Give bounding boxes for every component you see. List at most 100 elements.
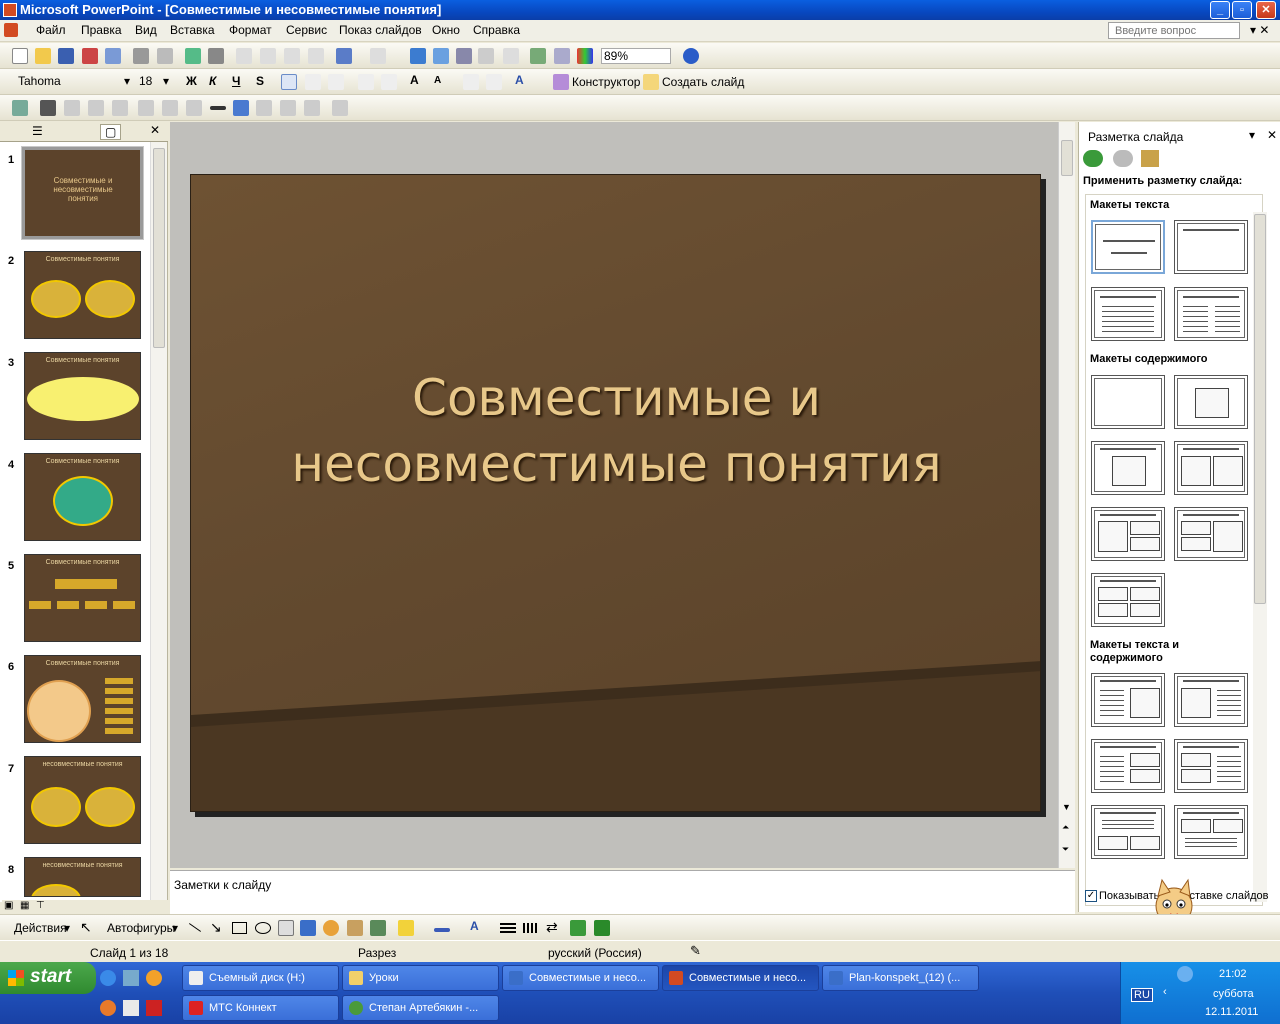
shadow-style-icon[interactable] [570,920,586,936]
previous-slide-icon[interactable]: ⏶ [1062,822,1069,833]
show-formatting-icon[interactable] [530,48,546,64]
menu-insert[interactable]: Вставка [170,23,215,37]
task-plan-konspekt[interactable]: Plan-konspekt_(12) (... [822,965,979,991]
firefox-icon[interactable] [100,1000,116,1016]
wordart-icon[interactable] [300,920,316,936]
slide-scrollbar[interactable]: ▼ ⏶ ⏷ [1058,122,1075,868]
spelling-status-icon[interactable]: ✎ [690,943,701,959]
menu-help[interactable]: Справка [473,23,520,37]
scroll-thumb[interactable] [1254,214,1266,604]
line-style-icon[interactable] [500,923,516,933]
task-browser[interactable]: Степан Артебякин -... [342,995,499,1021]
layout-title-only[interactable] [1174,220,1248,274]
brightness-less-icon[interactable] [112,100,128,116]
print-icon[interactable] [133,48,149,64]
transparent-color-icon[interactable] [304,100,320,116]
arrow-style-icon[interactable]: ⇄ [546,919,558,936]
layout-title-content-2-content[interactable] [1091,507,1165,561]
tables-borders-icon[interactable] [456,48,472,64]
align-left-icon[interactable] [281,74,297,90]
align-right-icon[interactable] [328,74,344,90]
font-color-icon[interactable]: A [515,73,524,87]
slide-title[interactable]: Совместимые и несовместимые понятия [251,365,982,497]
increase-indent-icon[interactable] [486,74,502,90]
layout-title-content[interactable] [1091,441,1165,495]
insert-picture-icon[interactable] [12,100,28,116]
app-icon[interactable] [146,1000,162,1016]
chevron-down-icon[interactable]: ▾ [64,921,70,935]
home-icon[interactable] [1141,150,1159,167]
scroll-thumb[interactable] [153,148,165,348]
expand-icon[interactable] [503,48,519,64]
crop-icon[interactable] [138,100,154,116]
chevron-down-icon[interactable]: ▾ [163,74,169,88]
arrow-icon[interactable]: ↘ [210,919,222,936]
menu-slideshow[interactable]: Показ слайдов [339,23,422,37]
desktop-icon[interactable] [123,970,139,986]
chevron-down-icon[interactable]: ▾ [1249,128,1255,142]
powerpoint-app-icon[interactable] [3,3,17,17]
insert-chart-icon[interactable] [410,48,426,64]
layout-title-2-content-content[interactable] [1174,507,1248,561]
insert-table-icon[interactable] [433,48,449,64]
recolor-icon[interactable] [256,100,272,116]
decrease-font-icon[interactable]: A [434,75,441,86]
menu-view[interactable]: Вид [135,23,157,37]
increase-font-icon[interactable]: A [410,73,419,87]
menu-edit[interactable]: Правка [81,23,122,37]
research-icon[interactable] [208,48,224,64]
forward-icon[interactable] [1113,150,1133,167]
app-icon[interactable] [146,970,162,986]
save-icon[interactable] [58,48,74,64]
decrease-indent-icon[interactable] [463,74,479,90]
line-weight-icon[interactable] [210,106,226,110]
copy-icon[interactable] [260,48,276,64]
close-button[interactable]: ✕ [1256,1,1276,19]
slide-thumbnail-7[interactable]: несовместимые понятия [24,756,141,844]
maximize-button[interactable]: ▫ [1232,1,1252,19]
print-preview-icon[interactable] [157,48,173,64]
show-on-insert-checkbox[interactable]: ✓ [1085,890,1097,902]
layout-two-column-text[interactable] [1174,287,1248,341]
open-icon[interactable] [35,48,51,64]
slide-thumbnail-5[interactable]: Совместимые понятия [24,554,141,642]
dash-style-icon[interactable] [523,923,539,933]
rotate-icon[interactable] [162,100,178,116]
numbering-icon[interactable] [358,74,374,90]
textbox-icon[interactable] [278,920,294,936]
scroll-down-icon[interactable]: ▼ [1062,802,1071,812]
autoshapes-menu[interactable]: Автофигуры [107,921,175,935]
task-powerpoint[interactable]: Совместимые и несо... [662,965,819,991]
slides-scrollbar[interactable] [150,142,167,900]
language-indicator[interactable]: RU [1131,988,1153,1002]
layout-text-2-content[interactable] [1091,739,1165,793]
app-icon[interactable] [123,1000,139,1016]
layout-title-4-content[interactable] [1091,573,1165,627]
3d-style-icon[interactable] [594,920,610,936]
network-icon[interactable] [1177,966,1193,982]
help-icon[interactable] [683,48,699,64]
paste-icon[interactable] [284,48,300,64]
italic-button[interactable]: К [209,74,216,88]
color-grayscale-icon[interactable] [577,48,593,64]
start-button[interactable]: start [0,962,96,994]
menu-window[interactable]: Окно [432,23,460,37]
actions-menu[interactable]: Действия [14,921,67,935]
layout-blank[interactable] [1091,375,1165,429]
cut-icon[interactable] [236,48,252,64]
contrast-icon[interactable] [64,100,80,116]
insert-diagram-icon[interactable] [478,48,494,64]
align-center-icon[interactable] [305,74,321,90]
slide-thumbnail-8[interactable]: несовместимые понятия [24,857,141,897]
ie-icon[interactable] [100,970,116,986]
close-pane-icon[interactable]: ✕ [1267,128,1277,142]
minimize-button[interactable]: _ [1210,1,1230,19]
menu-tools[interactable]: Сервис [286,23,327,37]
slide-thumbnail-4[interactable]: Совместимые понятия [24,453,141,541]
line-color-icon[interactable] [434,928,450,932]
clock-time[interactable]: 21:02 [1219,968,1247,980]
layout-title-slide[interactable] [1091,220,1165,274]
chevron-down-icon[interactable]: ▾ [124,74,130,88]
slides-tab-icon[interactable]: ▢ [100,124,122,140]
font-select[interactable]: Tahoma [18,74,130,88]
